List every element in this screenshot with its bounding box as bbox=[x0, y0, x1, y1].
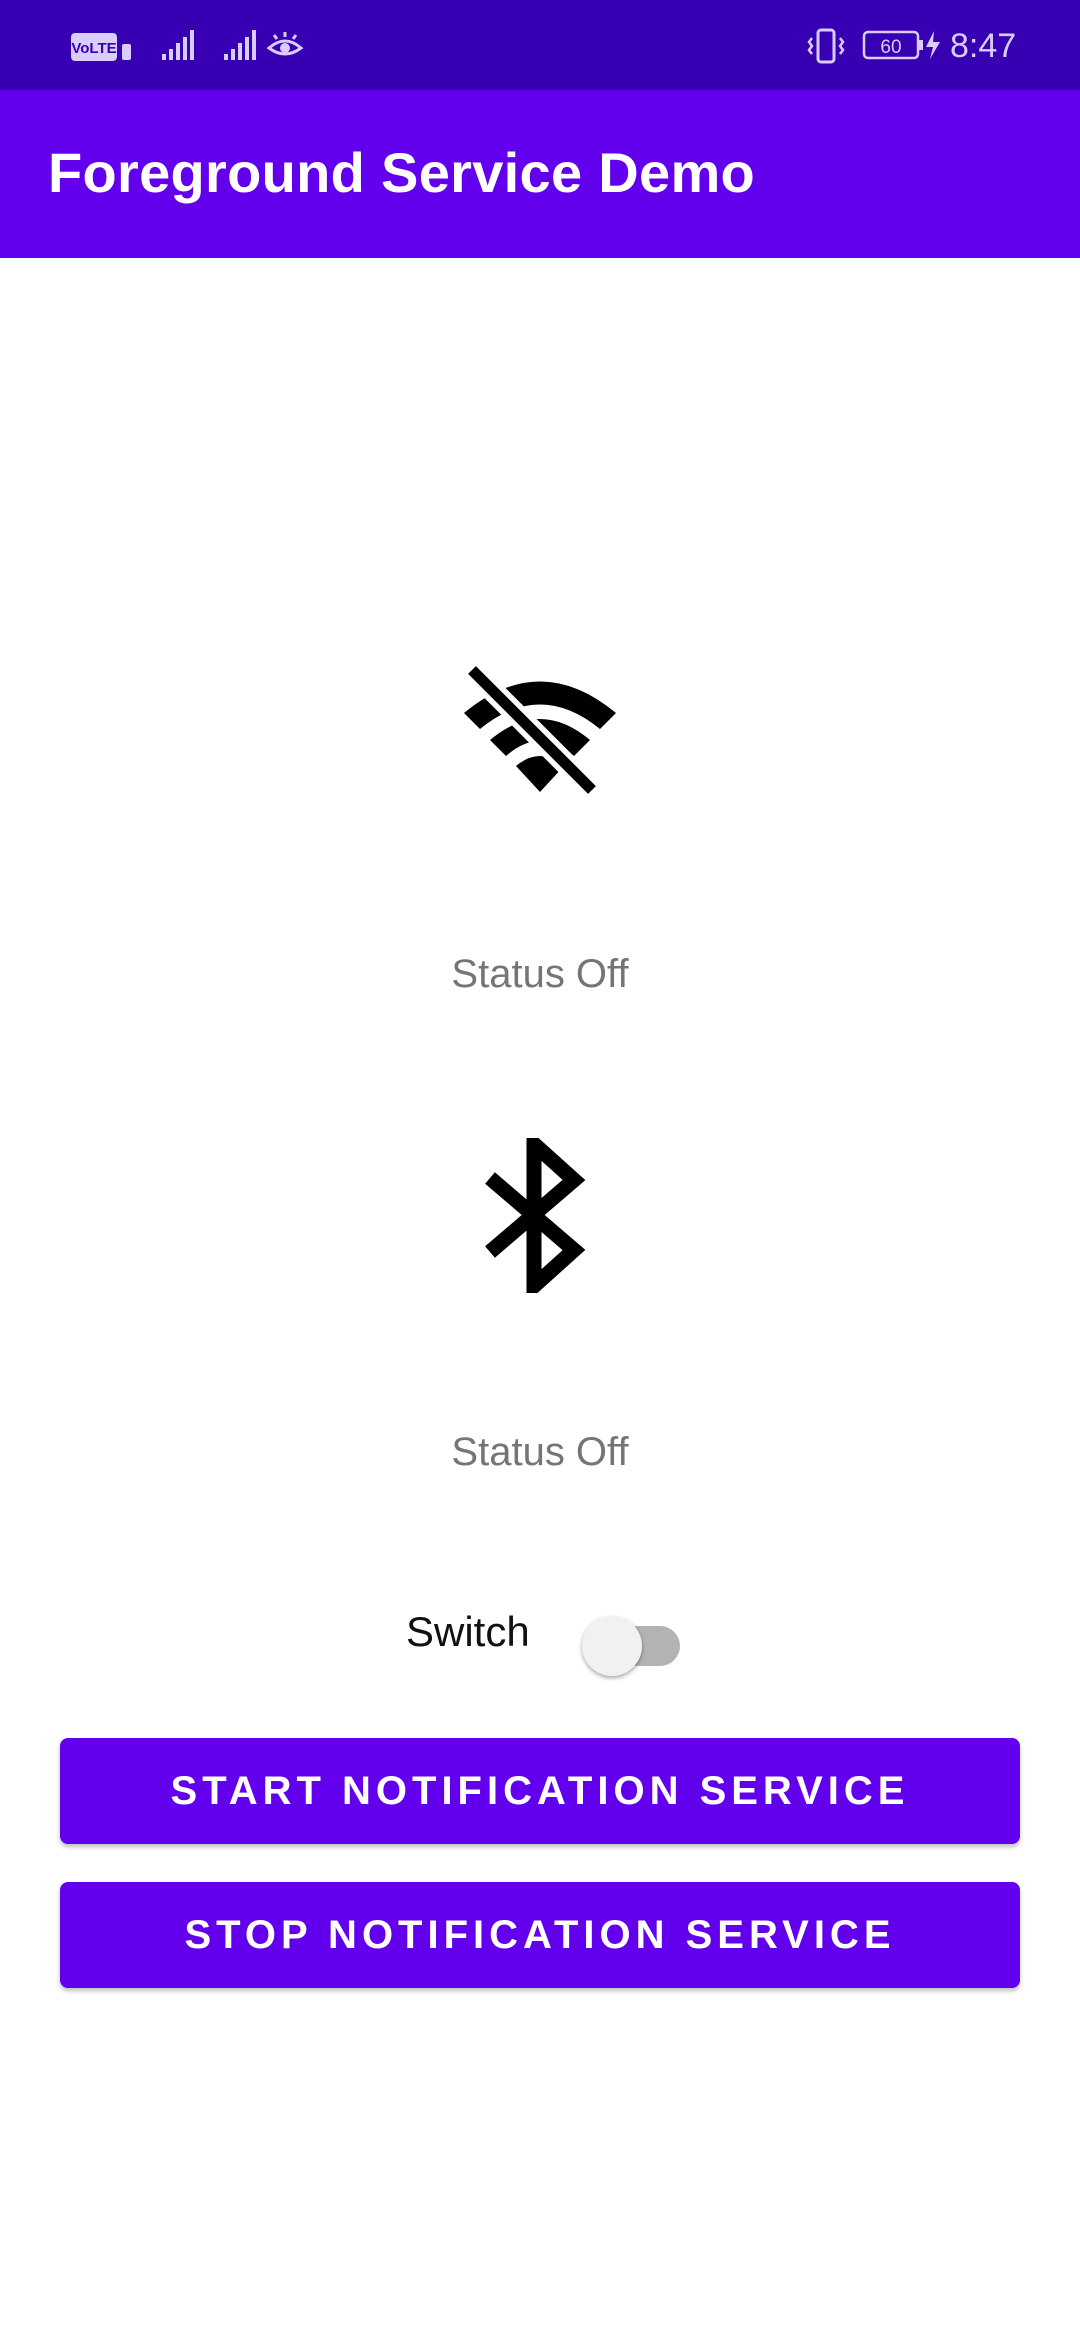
svg-text:VoLTE: VoLTE bbox=[71, 40, 116, 57]
start-notification-service-button[interactable]: START NOTIFICATION SERVICE bbox=[60, 1738, 1020, 1844]
app-title: Foreground Service Demo bbox=[48, 141, 756, 204]
status-bar: VoLTE 60 8:47 bbox=[0, 0, 1080, 90]
switch-thumb[interactable] bbox=[582, 1616, 642, 1676]
screen: VoLTE 60 8:47 Foreground Service Demo St… bbox=[0, 0, 1080, 2340]
vibrate-icon bbox=[807, 28, 845, 64]
volte-icon: VoLTE bbox=[71, 33, 131, 61]
bluetooth-status-text: Status Off bbox=[451, 1430, 629, 1474]
switch-label: Switch bbox=[406, 1608, 530, 1655]
status-time: 8:47 bbox=[950, 27, 1017, 65]
signal-icon bbox=[162, 30, 194, 60]
charging-icon bbox=[926, 31, 940, 59]
app-bar: Foreground Service Demo bbox=[0, 90, 1080, 258]
wifi-off-icon bbox=[464, 662, 616, 798]
signal-icon bbox=[224, 30, 256, 60]
switch-row[interactable]: Switch bbox=[400, 1600, 700, 1680]
eye-icon bbox=[266, 32, 304, 56]
wifi-status-text: Status Off bbox=[451, 952, 629, 996]
bluetooth-icon bbox=[485, 1138, 586, 1293]
stop-notification-service-button[interactable]: STOP NOTIFICATION SERVICE bbox=[60, 1882, 1020, 1988]
battery-level: 60 bbox=[880, 37, 901, 58]
battery-icon: 60 bbox=[862, 30, 940, 60]
